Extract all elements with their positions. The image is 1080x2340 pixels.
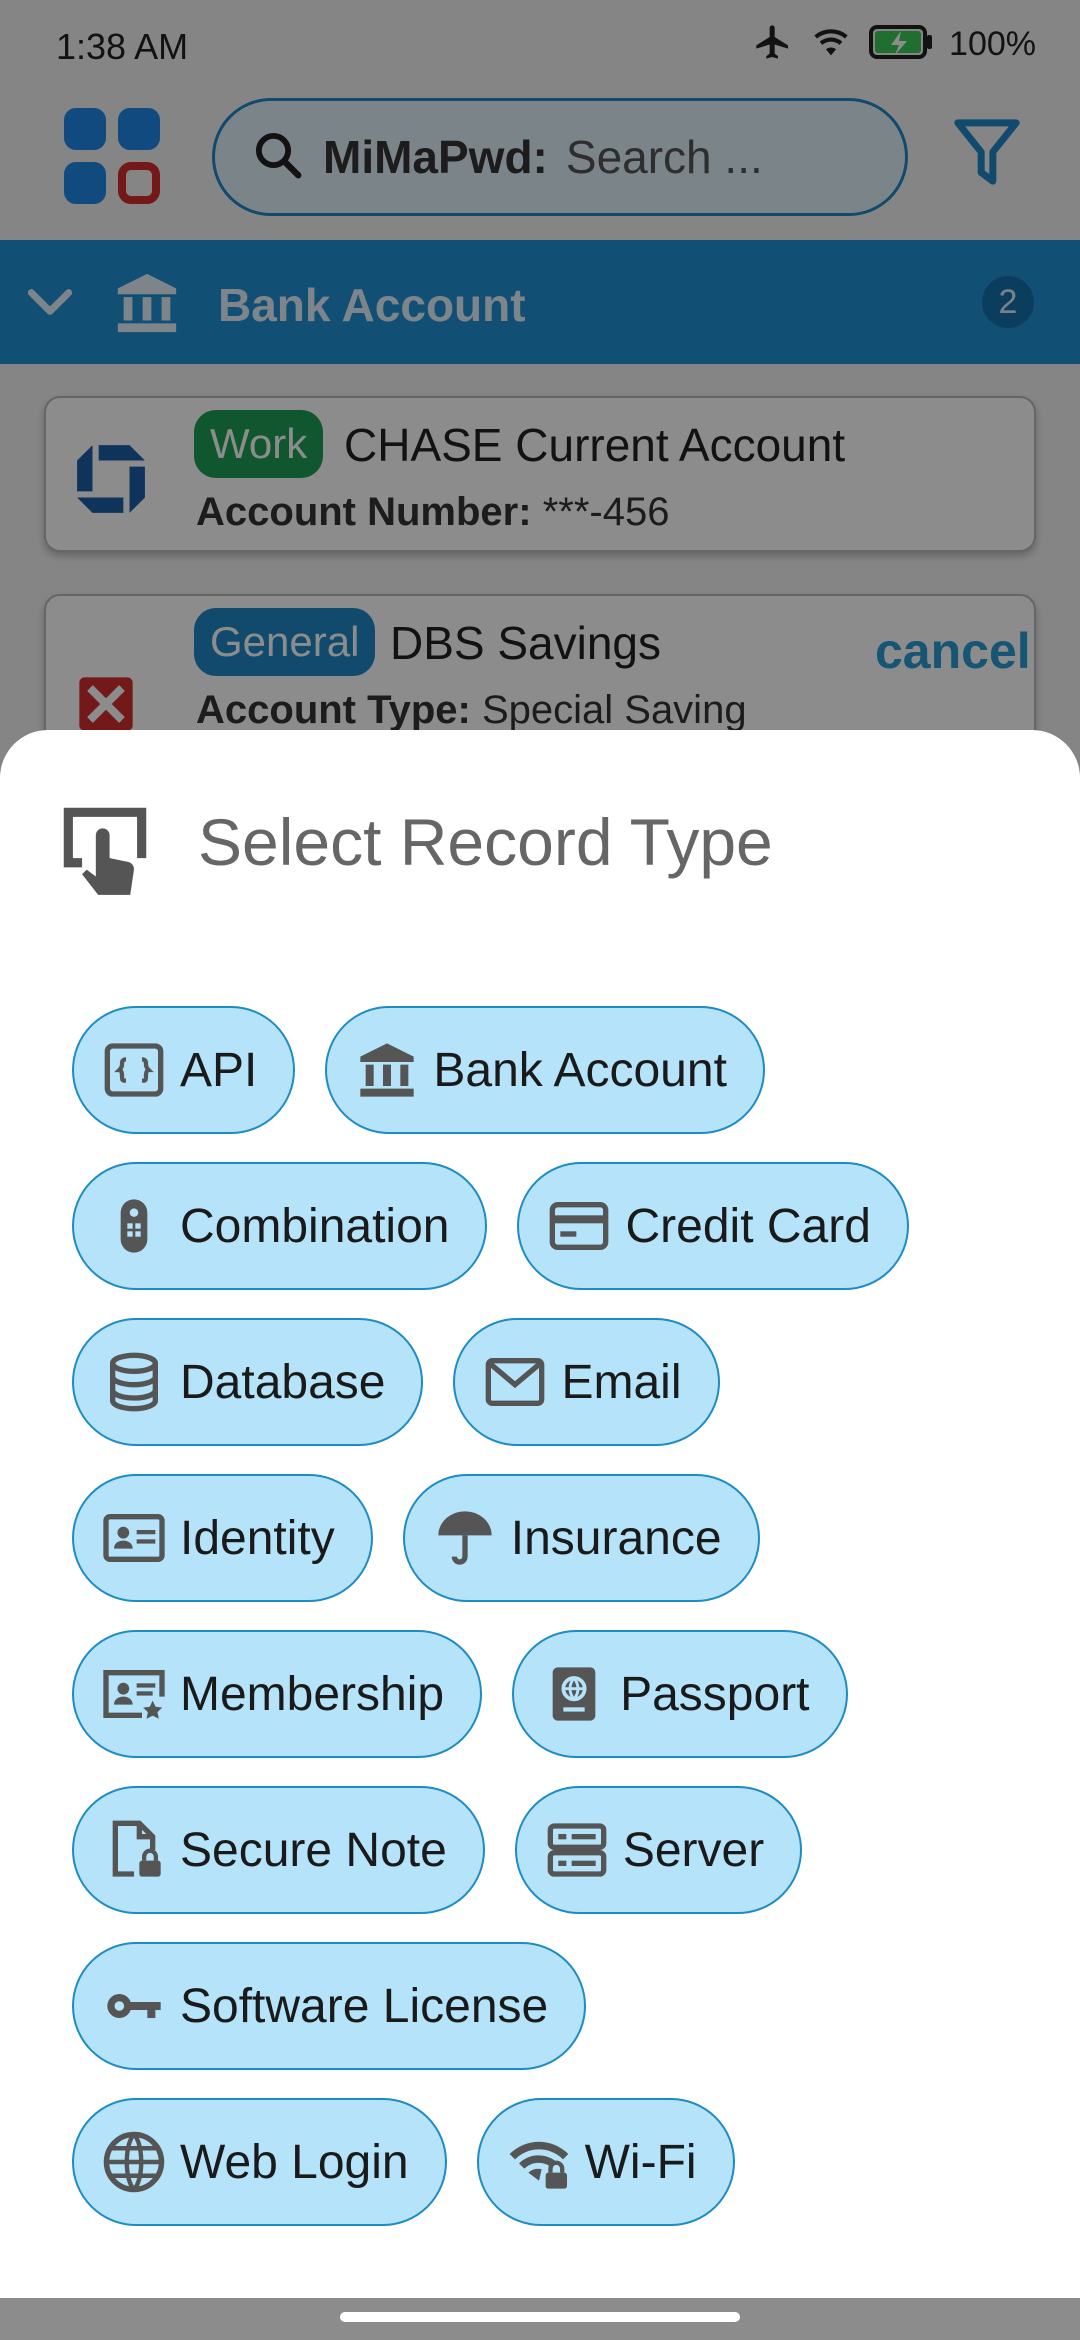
sheet-title: Select Record Type [198,805,773,879]
record-type-chips: API Bank Account Combination Credit Card… [72,1006,1032,2254]
chip-label: Server [622,1823,765,1877]
chip-label: Software License [180,1979,549,2033]
chip-insurance[interactable]: Insurance [402,1474,760,1602]
chip-label: API [180,1043,258,1097]
touch-select-icon [50,794,160,909]
chip-database[interactable]: Database [72,1318,424,1446]
wifi-lock-icon [501,2124,577,2200]
chip-email[interactable]: Email [453,1318,720,1446]
credit-card-icon [541,1188,617,1264]
api-icon [96,1032,172,1108]
chip-passport[interactable]: Passport [512,1630,848,1758]
database-icon [96,1344,172,1420]
chip-server[interactable]: Server [514,1786,803,1914]
server-icon [539,1812,615,1888]
chip-label: Web Login [180,2135,409,2189]
umbrella-icon [427,1500,503,1576]
chip-label: Credit Card [625,1199,871,1253]
system-nav-bar [0,2298,1080,2340]
id-card-icon [96,1500,172,1576]
chip-membership[interactable]: Membership [72,1630,483,1758]
chip-label: Combination [180,1199,450,1253]
remote-icon [96,1188,172,1264]
membership-card-icon [96,1656,172,1732]
home-gesture-handle[interactable] [340,2312,740,2322]
chip-credit-card[interactable]: Credit Card [517,1162,909,1290]
chip-label: Identity [180,1511,335,1565]
chip-label: Bank Account [433,1043,727,1097]
select-record-type-sheet: Select Record Type API Bank Account Comb… [0,730,1080,2298]
envelope-icon [477,1344,553,1420]
chip-software-license[interactable]: Software License [72,1942,587,2070]
chip-secure-note[interactable]: Secure Note [72,1786,485,1914]
globe-icon [96,2124,172,2200]
chip-label: Email [561,1355,682,1409]
bank-icon [349,1032,425,1108]
chip-web-login[interactable]: Web Login [72,2098,447,2226]
chip-bank-account[interactable]: Bank Account [325,1006,765,1134]
chip-api[interactable]: API [72,1006,296,1134]
passport-icon [536,1656,612,1732]
chip-label: Passport [620,1667,810,1721]
chip-label: Database [180,1355,386,1409]
locked-note-icon [96,1812,172,1888]
chip-label: Wi-Fi [584,2135,697,2189]
chip-identity[interactable]: Identity [72,1474,373,1602]
chip-wi-fi[interactable]: Wi-Fi [476,2098,735,2226]
key-icon [96,1968,172,2044]
chip-label: Insurance [510,1511,722,1565]
chip-label: Membership [180,1667,445,1721]
chip-combination[interactable]: Combination [72,1162,488,1290]
chip-label: Secure Note [180,1823,447,1877]
